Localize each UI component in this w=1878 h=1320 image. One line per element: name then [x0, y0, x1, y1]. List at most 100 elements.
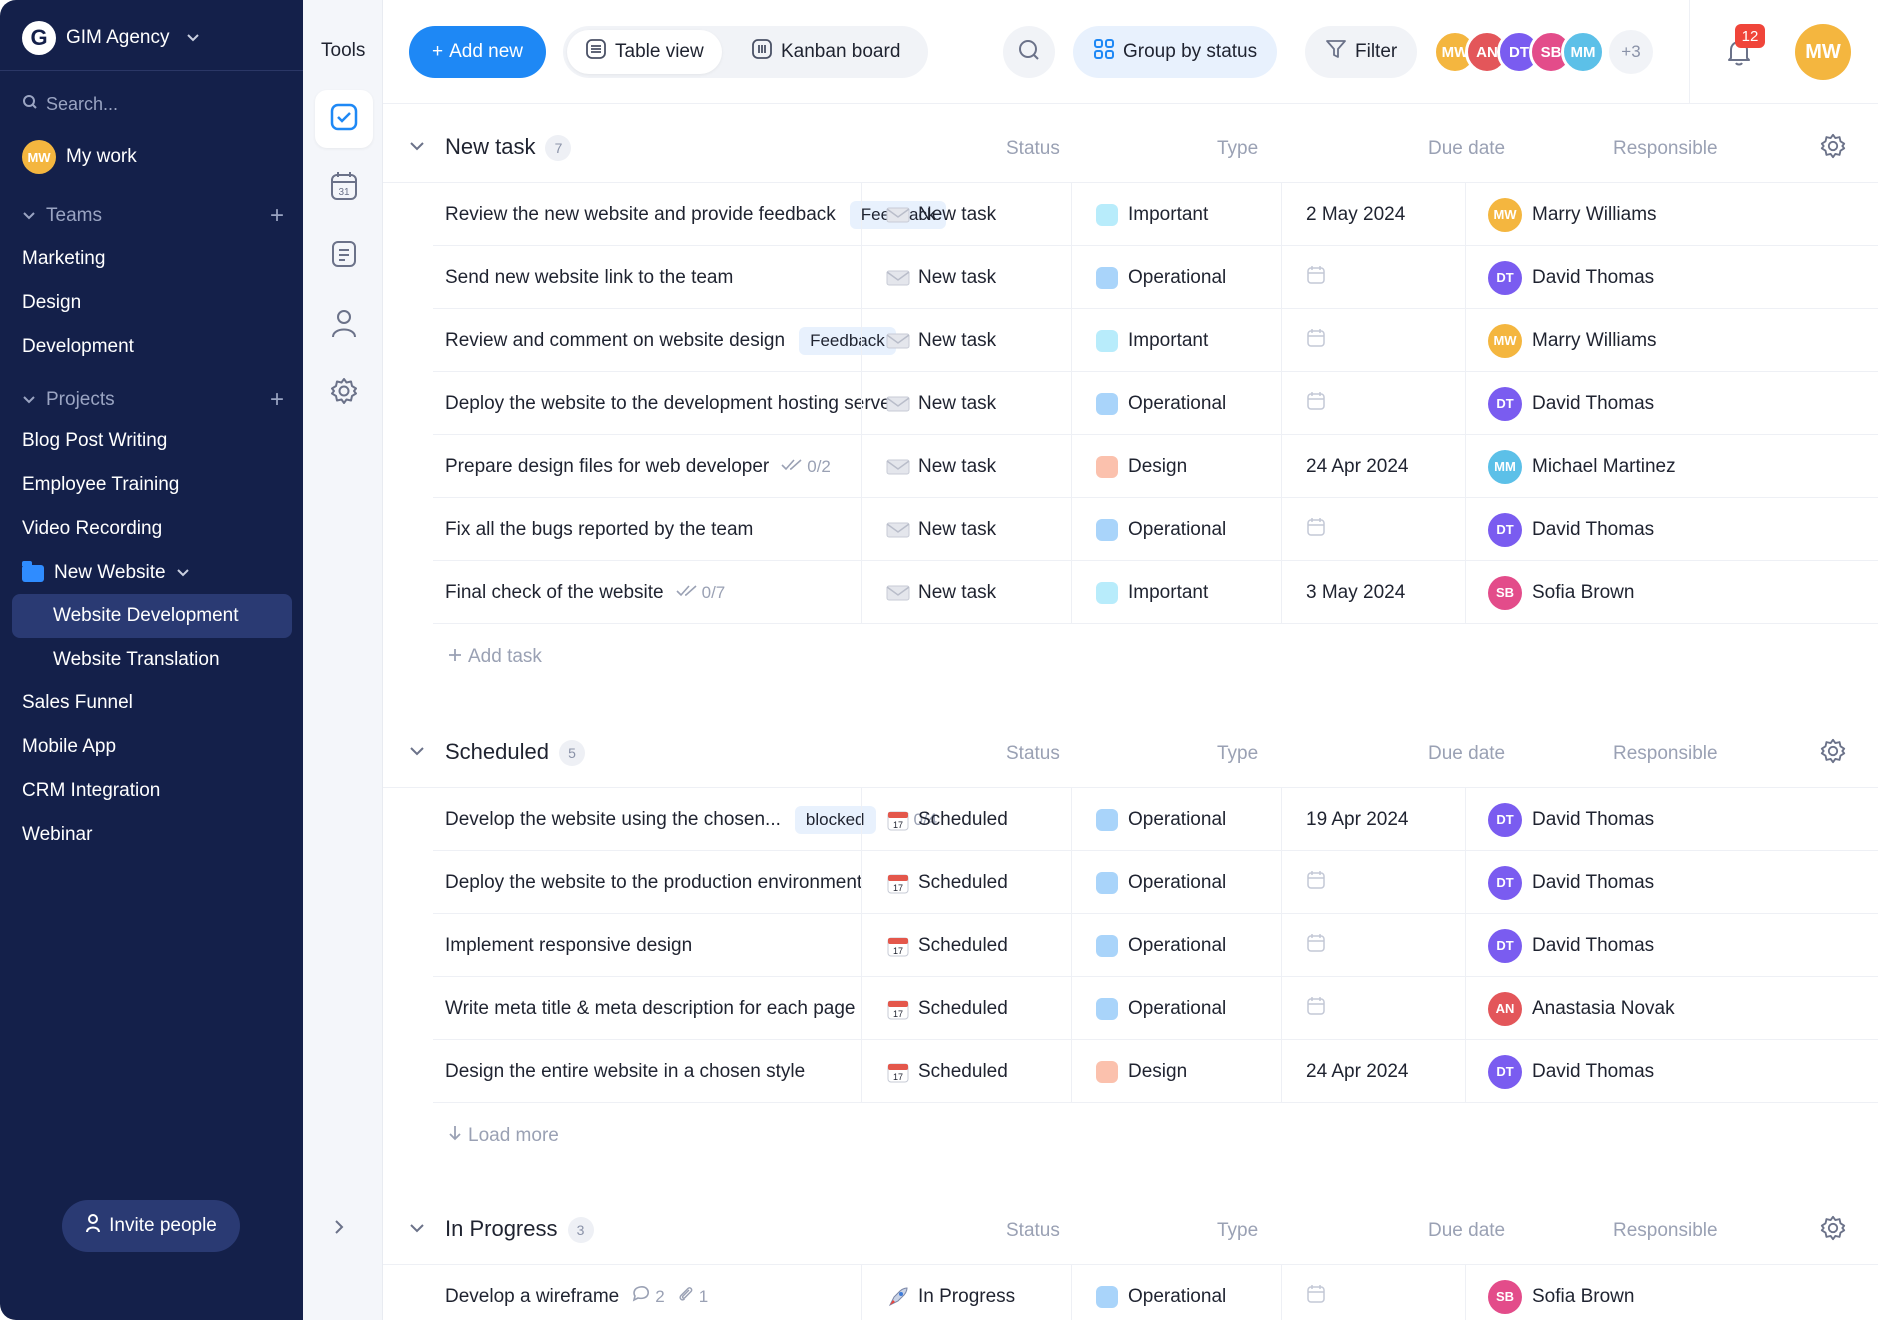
tool-settings[interactable]	[315, 364, 373, 422]
chevron-down-icon[interactable]	[409, 1218, 425, 1239]
column-header-responsible[interactable]: Responsible	[1613, 1220, 1718, 1242]
table-row[interactable]: Implement responsive design 17 Scheduled Op…	[433, 914, 1878, 977]
responsible-cell[interactable]: DT David Thomas	[1465, 246, 1878, 309]
add-project-icon[interactable]: +	[270, 386, 284, 414]
status-cell[interactable]: New task	[861, 372, 1071, 435]
table-row[interactable]: Design the entire website in a chosen st…	[433, 1040, 1878, 1103]
tool-tasks[interactable]	[315, 90, 373, 148]
status-cell[interactable]: 17 Scheduled	[861, 977, 1071, 1040]
table-row[interactable]: Review the new website and provide feedb…	[433, 183, 1878, 246]
task-name[interactable]: Review and comment on website design	[445, 330, 785, 352]
sidebar-item-website-development[interactable]: Website Development	[12, 594, 292, 638]
status-cell[interactable]: New task	[861, 498, 1071, 561]
type-cell[interactable]: Operational	[1071, 914, 1281, 977]
responsible-cell[interactable]: DT David Thomas	[1465, 914, 1878, 977]
chevron-down-icon[interactable]	[409, 741, 425, 762]
column-header-due[interactable]: Due date	[1428, 1220, 1505, 1242]
responsible-cell[interactable]: DT David Thomas	[1465, 498, 1878, 561]
type-cell[interactable]: Important	[1071, 183, 1281, 246]
type-cell[interactable]: Design	[1071, 1040, 1281, 1103]
task-name[interactable]: Prepare design files for web developer	[445, 456, 769, 478]
workspace-switcher[interactable]: G GIM Agency	[22, 20, 200, 56]
table-row[interactable]: Prepare design files for web developer 0/…	[433, 435, 1878, 498]
my-work-link[interactable]: MW My work	[22, 140, 137, 174]
due-date-cell[interactable]: 3 May 2024	[1281, 561, 1465, 624]
due-date-cell[interactable]	[1281, 498, 1465, 561]
due-date-cell[interactable]: 24 Apr 2024	[1281, 435, 1465, 498]
type-cell[interactable]: Operational	[1071, 977, 1281, 1040]
search-button[interactable]	[1003, 26, 1055, 78]
tab-kanban-board[interactable]: Kanban board	[733, 30, 918, 74]
due-date-cell[interactable]: 24 Apr 2024	[1281, 1040, 1465, 1103]
sidebar-item-sales-funnel[interactable]: Sales Funnel	[22, 692, 133, 714]
chevron-right-icon[interactable]	[333, 1216, 345, 1242]
sidebar-item-crm-integration[interactable]: CRM Integration	[22, 780, 160, 802]
group-title[interactable]: New task 7	[445, 134, 572, 162]
table-row[interactable]: Fix all the bugs reported by the team New…	[433, 498, 1878, 561]
task-name[interactable]: Develop the website using the chosen...	[445, 809, 781, 831]
sidebar-item-video-recording[interactable]: Video Recording	[22, 518, 162, 540]
task-name[interactable]: Deploy the website to the production env…	[445, 872, 862, 894]
invite-people-button[interactable]: Invite people	[62, 1200, 240, 1252]
type-cell[interactable]: Important	[1071, 561, 1281, 624]
responsible-cell[interactable]: DT David Thomas	[1465, 372, 1878, 435]
settings-icon[interactable]	[1819, 132, 1847, 165]
type-cell[interactable]: Operational	[1071, 851, 1281, 914]
task-name[interactable]: Send new website link to the team	[445, 267, 733, 289]
status-cell[interactable]: 17 Scheduled	[861, 1040, 1071, 1103]
task-name[interactable]: Implement responsive design	[445, 935, 692, 957]
status-cell[interactable]: 17 Scheduled	[861, 788, 1071, 851]
responsible-cell[interactable]: SB Sofia Brown	[1465, 561, 1878, 624]
sidebar-item-website-translation[interactable]: Website Translation	[12, 638, 292, 682]
tab-table-view[interactable]: Table view	[567, 30, 722, 74]
sidebar-item-webinar[interactable]: Webinar	[22, 824, 92, 846]
status-cell[interactable]: New task	[861, 246, 1071, 309]
responsible-cell[interactable]: AN Anastasia Novak	[1465, 977, 1878, 1040]
table-row[interactable]: Review and comment on website design Feed…	[433, 309, 1878, 372]
table-row[interactable]: Deploy the website to the development ho…	[433, 372, 1878, 435]
sidebar-item-design[interactable]: Design	[22, 292, 81, 314]
task-name[interactable]: Deploy the website to the development ho…	[445, 393, 897, 415]
due-date-cell[interactable]	[1281, 1265, 1465, 1320]
column-header-status[interactable]: Status	[1006, 138, 1060, 160]
due-date-cell[interactable]: 2 May 2024	[1281, 183, 1465, 246]
column-header-due[interactable]: Due date	[1428, 138, 1505, 160]
column-header-responsible[interactable]: Responsible	[1613, 743, 1718, 765]
table-row[interactable]: Final check of the website 0/7 New task Imp…	[433, 561, 1878, 624]
filter-button[interactable]: Filter	[1305, 26, 1418, 78]
responsible-cell[interactable]: DT David Thomas	[1465, 1040, 1878, 1103]
due-date-cell[interactable]	[1281, 309, 1465, 372]
settings-icon[interactable]	[1819, 737, 1847, 770]
status-cell[interactable]: New task	[861, 309, 1071, 372]
task-name[interactable]: Design the entire website in a chosen st…	[445, 1061, 805, 1083]
type-cell[interactable]: Important	[1071, 309, 1281, 372]
responsible-cell[interactable]: DT David Thomas	[1465, 788, 1878, 851]
task-name[interactable]: Fix all the bugs reported by the team	[445, 519, 753, 541]
type-cell[interactable]: Operational	[1071, 788, 1281, 851]
table-row[interactable]: Develop a wireframe 2 1 In Progress Operatio…	[433, 1265, 1878, 1320]
due-date-cell[interactable]: 19 Apr 2024	[1281, 788, 1465, 851]
status-cell[interactable]: New task	[861, 435, 1071, 498]
due-date-cell[interactable]	[1281, 851, 1465, 914]
responsible-cell[interactable]: SB Sofia Brown	[1465, 1265, 1878, 1320]
sidebar-item-development[interactable]: Development	[22, 336, 134, 358]
status-cell[interactable]: New task	[861, 183, 1071, 246]
task-name[interactable]: Review the new website and provide feedb…	[445, 204, 836, 226]
add-task-button[interactable]: Add task	[448, 646, 542, 668]
column-header-type[interactable]: Type	[1217, 138, 1258, 160]
profile-avatar[interactable]: MW	[1795, 24, 1851, 80]
group-title[interactable]: Scheduled 5	[445, 739, 585, 767]
sidebar-item-blog-post-writing[interactable]: Blog Post Writing	[22, 430, 167, 452]
column-header-type[interactable]: Type	[1217, 743, 1258, 765]
type-cell[interactable]: Design	[1071, 435, 1281, 498]
settings-icon[interactable]	[1819, 1214, 1847, 1247]
projects-section-header[interactable]: Projects +	[22, 386, 284, 414]
sidebar-item-mobile-app[interactable]: Mobile App	[22, 736, 116, 758]
table-row[interactable]: Develop the website using the chosen... b…	[433, 788, 1878, 851]
status-cell[interactable]: New task	[861, 561, 1071, 624]
type-cell[interactable]: Operational	[1071, 246, 1281, 309]
responsible-cell[interactable]: MW Marry Williams	[1465, 183, 1878, 246]
status-cell[interactable]: 17 Scheduled	[861, 851, 1071, 914]
task-name[interactable]: Final check of the website	[445, 582, 664, 604]
sidebar-search[interactable]: Search...	[22, 94, 118, 115]
